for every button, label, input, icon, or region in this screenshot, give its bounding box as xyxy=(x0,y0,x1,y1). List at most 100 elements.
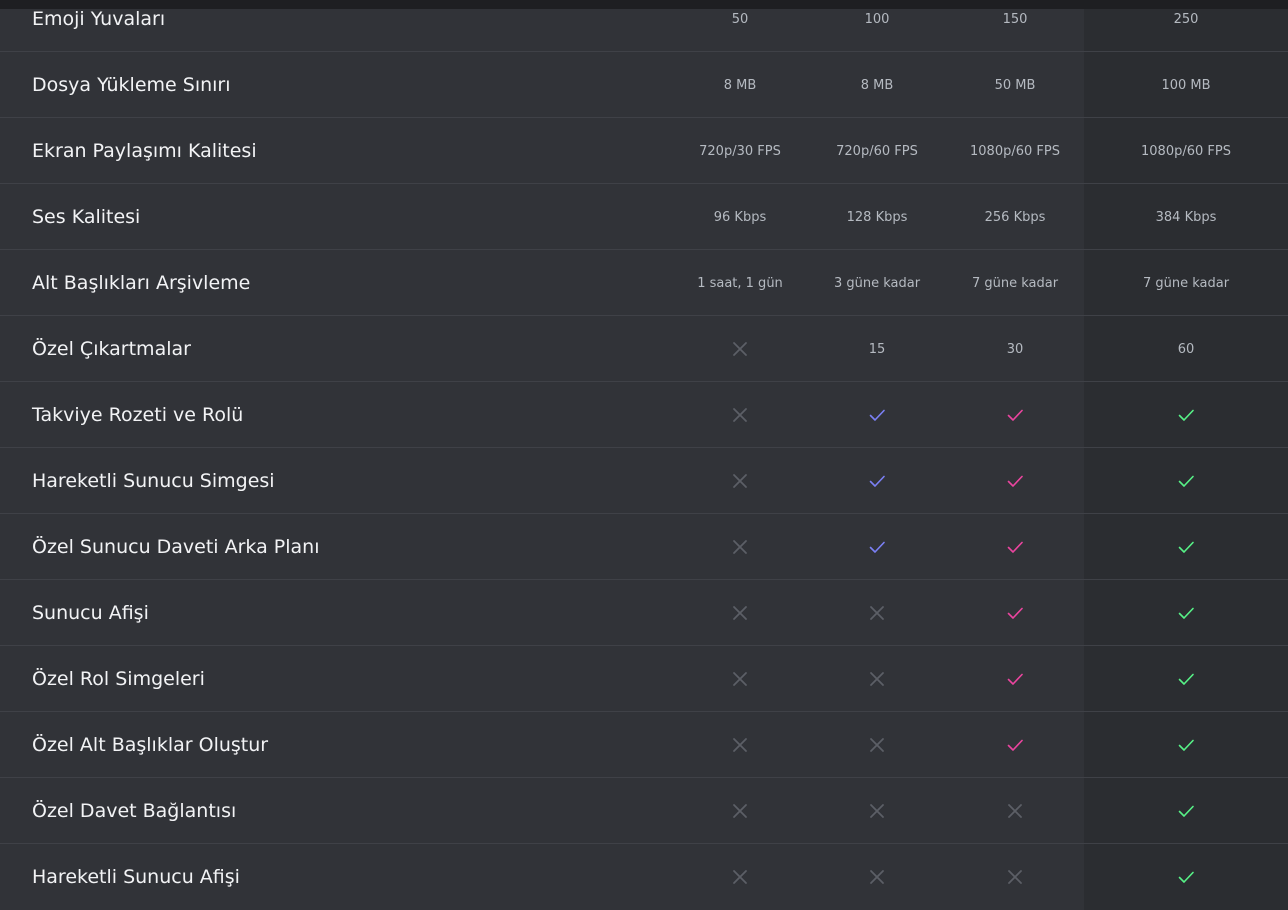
check-icon xyxy=(1005,669,1025,689)
tier-3-cell xyxy=(1084,580,1288,646)
table-row: Özel Çıkartmalar 15 30 60 xyxy=(0,316,1288,382)
check-icon xyxy=(1176,471,1196,491)
perk-label: Ekran Paylaşımı Kalitesi xyxy=(32,140,257,162)
tier-2-cell xyxy=(946,580,1084,646)
check-icon xyxy=(1176,735,1196,755)
tier-3-value: 7 güne kadar xyxy=(1142,275,1230,291)
tier-0-value: 96 Kbps xyxy=(713,209,767,225)
table-row: Sunucu Afişi xyxy=(0,580,1288,646)
cross-icon xyxy=(867,801,887,821)
tier-3-cell xyxy=(1084,844,1288,910)
tier-1-value: 720p/60 FPS xyxy=(836,143,918,159)
tier-0-cell xyxy=(672,580,808,646)
tier-1-cell xyxy=(808,844,946,910)
check-icon xyxy=(867,537,887,557)
cross-icon xyxy=(730,405,750,425)
perk-label: Özel Alt Başlıklar Oluştur xyxy=(32,734,269,756)
tier-1-cell xyxy=(808,382,946,448)
cross-icon xyxy=(1005,867,1025,887)
tier-3-value: 1080p/60 FPS xyxy=(1141,143,1231,159)
check-icon xyxy=(1005,471,1025,491)
tier-3-value: 60 xyxy=(1177,341,1195,357)
check-icon xyxy=(867,471,887,491)
table-row: Özel Rol Simgeleri xyxy=(0,646,1288,712)
cross-icon xyxy=(730,867,750,887)
cross-icon xyxy=(730,603,750,623)
table-row: Özel Sunucu Daveti Arka Planı xyxy=(0,514,1288,580)
tier-0-cell xyxy=(672,712,808,778)
cross-icon xyxy=(1005,801,1025,821)
tier-2-cell xyxy=(946,646,1084,712)
cross-icon xyxy=(730,471,750,491)
tier-2-value: 7 güne kadar xyxy=(971,275,1059,291)
tier-3-cell xyxy=(1084,382,1288,448)
perk-label: Hareketli Sunucu Simgesi xyxy=(32,470,275,492)
perk-label: Dosya Yükleme Sınırı xyxy=(32,74,231,96)
table-row: Özel Davet Bağlantısı xyxy=(0,778,1288,844)
perk-label: Sunucu Afişi xyxy=(32,602,149,624)
tier-2-cell xyxy=(946,712,1084,778)
table-row: Dosya Yükleme Sınırı 8 MB 8 MB 50 MB 100 MB xyxy=(0,52,1288,118)
perk-label: Alt Başlıkları Arşivleme xyxy=(32,272,251,294)
cross-icon xyxy=(867,669,887,689)
tier-0-cell xyxy=(672,844,808,910)
check-icon xyxy=(1176,801,1196,821)
check-icon xyxy=(1176,867,1196,887)
cross-icon xyxy=(867,867,887,887)
tier-1-cell xyxy=(808,448,946,514)
tier-2-cell xyxy=(946,778,1084,844)
tier-2-value: 30 xyxy=(1006,341,1024,357)
tier-3-cell xyxy=(1084,448,1288,514)
cross-icon xyxy=(867,735,887,755)
cross-icon xyxy=(730,669,750,689)
perk-label: Özel Çıkartmalar xyxy=(32,338,191,360)
tier-3-cell xyxy=(1084,778,1288,844)
check-icon xyxy=(1005,603,1025,623)
cross-icon xyxy=(730,735,750,755)
table-row: Alt Başlıkları Arşivleme 1 saat, 1 gün 3 g… xyxy=(0,250,1288,316)
tier-1-value: 3 güne kadar xyxy=(833,275,921,291)
perk-label: Hareketli Sunucu Afişi xyxy=(32,866,240,888)
table-row: Özel Alt Başlıklar Oluştur xyxy=(0,712,1288,778)
check-icon xyxy=(1176,603,1196,623)
check-icon xyxy=(1176,405,1196,425)
perk-label: Ses Kalitesi xyxy=(32,206,141,228)
tier-2-cell xyxy=(946,448,1084,514)
check-icon xyxy=(1176,669,1196,689)
tier-0-cell xyxy=(672,646,808,712)
tier-0-cell xyxy=(672,316,808,382)
tier-1-cell xyxy=(808,580,946,646)
tier-0-cell xyxy=(672,778,808,844)
tier-2-cell xyxy=(946,382,1084,448)
cross-icon xyxy=(730,801,750,821)
check-icon xyxy=(1005,735,1025,755)
tier-0-cell xyxy=(672,448,808,514)
tier-1-value: 128 Kbps xyxy=(846,209,908,225)
tier-2-value: 1080p/60 FPS xyxy=(970,143,1060,159)
tier-3-cell xyxy=(1084,646,1288,712)
tier-0-value: 1 saat, 1 gün xyxy=(697,275,783,291)
perk-label: Özel Davet Bağlantısı xyxy=(32,800,237,822)
table-row: Hareketli Sunucu Afişi xyxy=(0,844,1288,910)
tier-2-cell xyxy=(946,514,1084,580)
boost-perks-table: Emoji Yuvaları 50 100 150 250 Dosya Yükleme S… xyxy=(0,0,1288,910)
table-row: Ses Kalitesi 96 Kbps 128 Kbps 256 Kbps 384 K… xyxy=(0,184,1288,250)
perk-rows: Emoji Yuvaları 50 100 150 250 Dosya Yükleme S… xyxy=(0,0,1288,910)
check-icon xyxy=(1176,537,1196,557)
tier-1-cell xyxy=(808,712,946,778)
cross-icon xyxy=(730,537,750,557)
cross-icon xyxy=(730,339,750,359)
check-icon xyxy=(867,405,887,425)
perk-label: Takviye Rozeti ve Rolü xyxy=(32,404,244,426)
tier-0-cell xyxy=(672,514,808,580)
tier-3-value: 100 MB xyxy=(1161,77,1211,93)
check-icon xyxy=(1005,537,1025,557)
tier-0-value: 8 MB xyxy=(723,77,757,93)
tier-1-cell xyxy=(808,514,946,580)
tier-3-value: 384 Kbps xyxy=(1155,209,1217,225)
tier-1-cell xyxy=(808,646,946,712)
cross-icon xyxy=(867,603,887,623)
perk-label: Özel Sunucu Daveti Arka Planı xyxy=(32,536,320,558)
tier-0-value: 720p/30 FPS xyxy=(699,143,781,159)
perk-label: Özel Rol Simgeleri xyxy=(32,668,205,690)
